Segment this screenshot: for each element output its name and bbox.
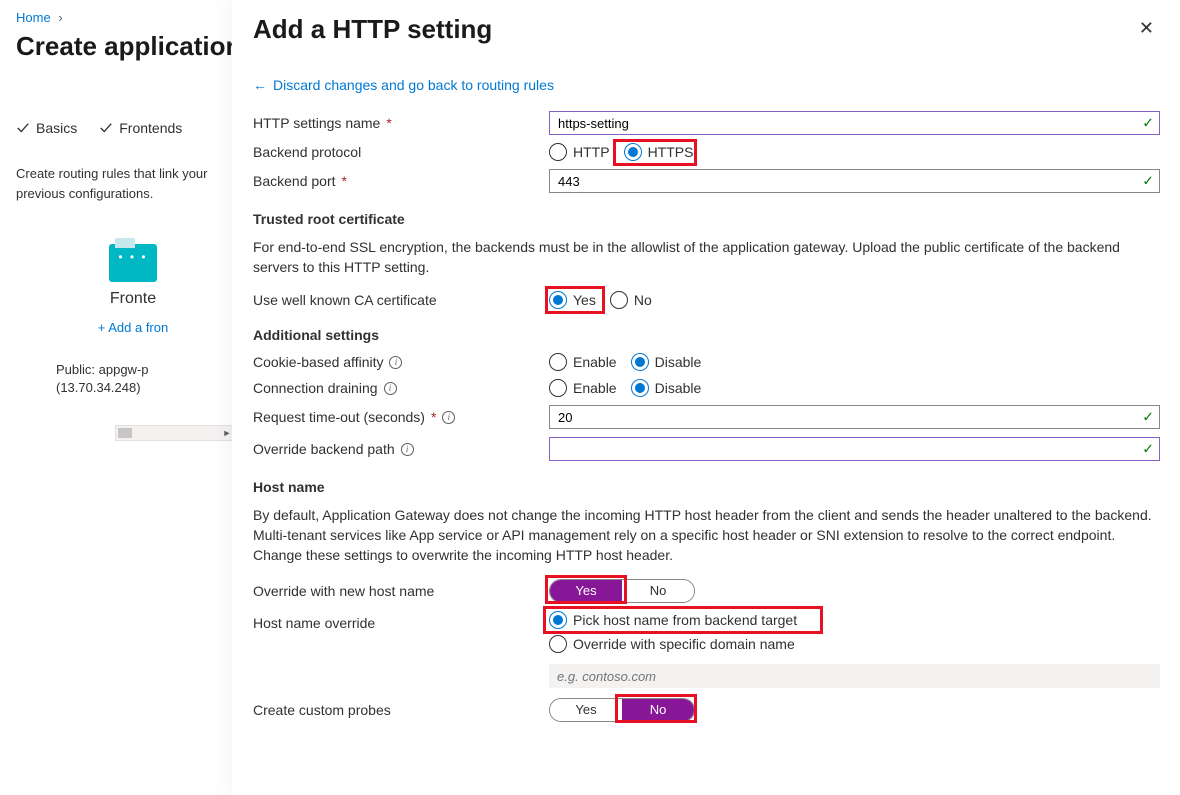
info-icon[interactable]: i: [389, 356, 402, 369]
discard-link[interactable]: ← Discard changes and go back to routing…: [253, 77, 1160, 93]
arrow-left-icon: ←: [253, 77, 267, 93]
radio-cookie-disable[interactable]: Disable: [631, 353, 702, 371]
info-icon[interactable]: i: [384, 382, 397, 395]
horizontal-scrollbar[interactable]: ◄ ►: [115, 425, 235, 441]
frontend-card: Fronte + Add a fron Public: appgw-p (13.…: [16, 244, 250, 397]
label-http-settings-name: HTTP settings name *: [253, 115, 549, 131]
http-settings-name-input[interactable]: [549, 111, 1160, 135]
label-custom-probes: Create custom probes: [253, 702, 549, 718]
info-icon[interactable]: i: [401, 443, 414, 456]
label-request-timeout: Request time-out (seconds) * i: [253, 409, 549, 425]
tab-basics[interactable]: Basics: [16, 120, 77, 136]
valid-check-icon: ✓: [1142, 173, 1154, 190]
discard-label: Discard changes and go back to routing r…: [273, 77, 554, 93]
add-frontend-link[interactable]: + Add a fron: [16, 320, 250, 335]
label-use-ca-cert: Use well known CA certificate: [253, 292, 549, 308]
label-override-hostname: Override with new host name: [253, 583, 549, 599]
frontend-ip-info: Public: appgw-p (13.70.34.248): [16, 361, 250, 397]
label-override-backend-path: Override backend path i: [253, 441, 549, 457]
radio-cookie-enable[interactable]: Enable: [549, 353, 617, 371]
override-hostname-toggle[interactable]: Yes No: [549, 579, 695, 603]
radio-drain-disable[interactable]: Disable: [631, 379, 702, 397]
frontend-card-title: Fronte: [16, 290, 250, 308]
pill-override-no[interactable]: No: [622, 580, 694, 602]
scroll-thumb[interactable]: [118, 428, 132, 438]
radio-pick-from-target[interactable]: Pick host name from backend target: [549, 611, 797, 629]
pill-override-yes[interactable]: Yes: [550, 580, 622, 602]
frontend-icon: [109, 244, 157, 282]
label-connection-draining: Connection draining i: [253, 380, 549, 396]
chevron-right-icon: ›: [58, 10, 62, 25]
radio-ca-no[interactable]: No: [610, 291, 652, 309]
radio-override-specific[interactable]: Override with specific domain name: [549, 635, 795, 653]
label-cookie-affinity: Cookie-based affinity i: [253, 354, 549, 370]
http-setting-blade: Add a HTTP setting ✕ ← Discard changes a…: [232, 0, 1180, 795]
radio-protocol-https[interactable]: HTTPS: [624, 143, 694, 161]
tab-frontends[interactable]: Frontends: [99, 120, 182, 136]
radio-ca-yes[interactable]: Yes: [549, 291, 596, 309]
pill-probes-yes[interactable]: Yes: [550, 699, 622, 721]
valid-check-icon: ✓: [1142, 409, 1154, 426]
radio-drain-enable[interactable]: Enable: [549, 379, 617, 397]
label-backend-protocol: Backend protocol: [253, 144, 549, 160]
background-page: Home › Create application Basics Fronten…: [0, 0, 250, 397]
breadcrumb: Home ›: [16, 10, 250, 25]
pill-probes-no[interactable]: No: [622, 699, 694, 721]
label-hostname-override: Host name override: [253, 611, 549, 631]
domain-name-input: [549, 664, 1160, 688]
trusted-root-description: For end-to-end SSL encryption, the backe…: [253, 237, 1160, 277]
request-timeout-input[interactable]: [549, 405, 1160, 429]
close-icon[interactable]: ✕: [1133, 14, 1160, 43]
radio-protocol-http[interactable]: HTTP: [549, 143, 610, 161]
routing-rules-description: Create routing rules that link your prev…: [16, 164, 250, 204]
page-title: Create application: [16, 31, 250, 62]
hostname-description: By default, Application Gateway does not…: [253, 505, 1160, 565]
breadcrumb-home[interactable]: Home: [16, 10, 51, 25]
check-icon: [99, 121, 113, 135]
tab-frontends-label: Frontends: [119, 120, 182, 136]
blade-title: Add a HTTP setting: [253, 14, 492, 45]
section-trusted-root: Trusted root certificate: [253, 211, 1160, 227]
section-hostname: Host name: [253, 479, 1160, 495]
check-icon: [16, 121, 30, 135]
section-additional: Additional settings: [253, 327, 1160, 343]
info-icon[interactable]: i: [442, 411, 455, 424]
tab-basics-label: Basics: [36, 120, 77, 136]
backend-port-input[interactable]: [549, 169, 1160, 193]
wizard-tabs: Basics Frontends: [16, 120, 250, 136]
custom-probes-toggle[interactable]: Yes No: [549, 698, 695, 722]
valid-check-icon: ✓: [1142, 441, 1154, 458]
override-backend-path-input[interactable]: [549, 437, 1160, 461]
label-backend-port: Backend port *: [253, 173, 549, 189]
valid-check-icon: ✓: [1142, 115, 1154, 132]
